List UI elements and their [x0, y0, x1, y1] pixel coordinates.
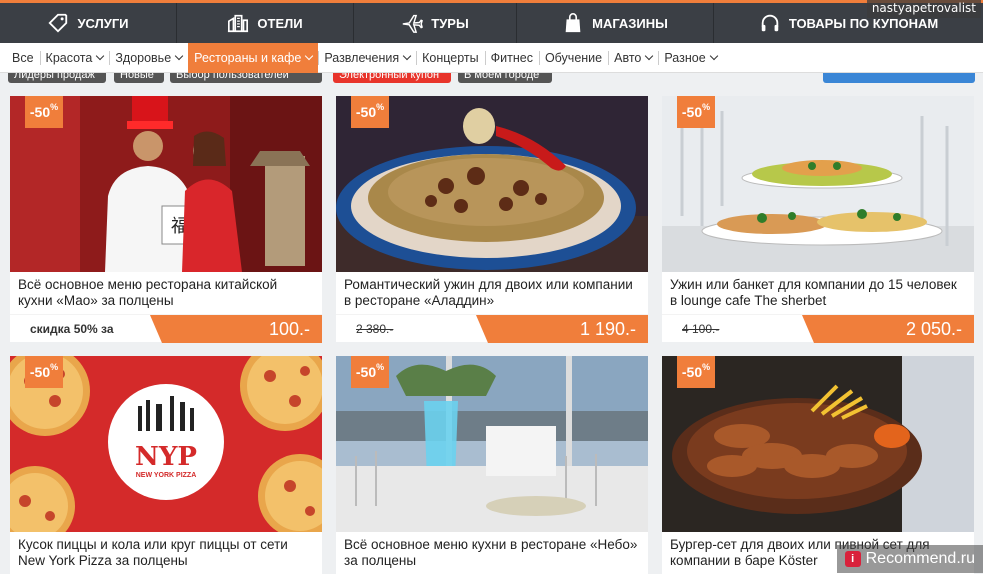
deal-title: Ужин или банкет для компании до 15 челов… — [670, 277, 957, 308]
nav-shops-label: МАГАЗИНЫ — [592, 15, 668, 31]
category-health-label: Здоровье — [115, 50, 172, 65]
category-restaurants[interactable]: Рестораны и кафе — [188, 42, 319, 73]
nav-tours-label: ТУРЫ — [431, 15, 469, 31]
discount-badge: -50% — [351, 96, 389, 128]
discount-badge: -50% — [25, 96, 63, 128]
category-entertainment-label: Развлечения — [324, 50, 400, 65]
deal-title: Всё основное меню ресторана китайской ку… — [18, 277, 278, 308]
pizza-photo: NYP NEW YORK PIZZA -50% — [10, 356, 322, 532]
chevron-down-icon — [709, 51, 718, 61]
category-education[interactable]: Обучение — [538, 43, 608, 73]
category-education-label: Обучение — [544, 50, 603, 65]
discount-badge: -50% — [25, 356, 63, 388]
nav-services-label: УСЛУГИ — [77, 15, 129, 31]
filter-bar: Лидеры продаж Новые Выбор пользователей … — [0, 73, 983, 85]
restaurant-interior-photo: -50% — [336, 356, 648, 532]
nav-hotels[interactable]: ОТЕЛИ — [177, 3, 354, 43]
category-restaurants-label: Рестораны и кафе — [194, 50, 302, 65]
nyp-logo: NYP — [135, 442, 197, 472]
deal-card[interactable]: -50% Всё основное меню кухни в ресторане… — [336, 356, 648, 574]
watermark-recommend: i Recommend.ru — [836, 545, 983, 573]
deal-title: Кусок пиццы и кола или круг пиццы от сет… — [18, 537, 288, 568]
deal-card[interactable]: 福 -50% Всё основное меню ресторана китай… — [10, 96, 322, 343]
nav-shops[interactable]: МАГАЗИНЫ — [517, 3, 714, 43]
hotel-icon — [228, 14, 249, 33]
chinese-chef-photo: 福 -50% — [10, 96, 322, 272]
chicken-wings-photo: -50% — [662, 356, 974, 532]
filter-my-city[interactable]: В моем городе — [458, 73, 552, 83]
filter-e-coupon[interactable]: Электронный купон — [333, 73, 451, 83]
filter-new[interactable]: Новые — [114, 73, 164, 83]
category-navigation: Все Красота Здоровье Рестораны и кафе Ра… — [0, 42, 983, 73]
headphones-icon — [761, 14, 779, 32]
deal-price: 1 190.- — [476, 315, 648, 343]
discount-note: скидка 50% за — [30, 322, 114, 336]
category-health[interactable]: Здоровье — [109, 43, 188, 73]
banquet-table-photo: -50% — [662, 96, 974, 272]
category-beauty[interactable]: Красота — [39, 43, 110, 73]
deal-card[interactable]: -50% Бургер-сет для двоих или пивной сет… — [662, 356, 974, 574]
nav-tours[interactable]: ТУРЫ — [354, 3, 517, 43]
category-all-label: Все — [12, 50, 34, 65]
deal-title: Всё основное меню кухни в ресторане «Неб… — [344, 537, 638, 568]
chevron-down-icon — [305, 51, 314, 61]
category-beauty-label: Красота — [45, 50, 93, 65]
price-bar: 4 100.- 2 050.- — [662, 314, 974, 343]
filter-users-choice[interactable]: Выбор пользователей — [170, 73, 322, 83]
deal-card[interactable]: -50% Ужин или банкет для компании до 15 … — [662, 96, 974, 343]
top-navigation: УСЛУГИ ОТЕЛИ ТУРЫ МАГАЗИНЫ ТОВАРЫ ПО КУП… — [0, 0, 983, 43]
nav-hotels-label: ОТЕЛИ — [257, 15, 303, 31]
deal-title: Романтический ужин для двоих или компани… — [344, 277, 633, 308]
category-concerts[interactable]: Концерты — [416, 43, 485, 73]
chevron-down-icon — [402, 51, 412, 61]
old-price: 4 100.- — [682, 322, 720, 336]
shopping-bag-icon — [565, 13, 581, 33]
chevron-down-icon — [96, 51, 105, 61]
tag-icon — [48, 13, 68, 33]
category-auto[interactable]: Авто — [608, 43, 658, 73]
category-fitness-label: Фитнес — [490, 50, 533, 65]
recommend-text: Recommend.ru — [865, 550, 975, 567]
category-fitness[interactable]: Фитнес — [484, 43, 539, 73]
deal-price: 100.- — [150, 315, 322, 343]
price-bar: 2 380.- 1 190.- — [336, 314, 648, 343]
watermark-username: nastyapetrovalist — [866, 0, 981, 18]
filter-bestsellers[interactable]: Лидеры продаж — [8, 73, 106, 83]
deal-card[interactable]: NYP NEW YORK PIZZA -50% Кусок пиццы и ко… — [10, 356, 322, 574]
deal-card[interactable]: -50% Романтический ужин для двоих или ко… — [336, 96, 648, 343]
filter-blue-button[interactable] — [823, 73, 975, 83]
category-misc[interactable]: Разное — [658, 43, 722, 73]
discount-badge: -50% — [351, 356, 389, 388]
deal-price: 2 050.- — [802, 315, 974, 343]
category-auto-label: Авто — [614, 50, 642, 65]
old-price: 2 380.- — [356, 322, 394, 336]
category-all[interactable]: Все — [6, 43, 40, 73]
nyp-logo-subtext: NEW YORK PIZZA — [135, 472, 197, 479]
price-bar: скидка 50% за 100.- — [10, 314, 322, 343]
chevron-down-icon — [174, 51, 184, 61]
category-concerts-label: Концерты — [422, 50, 479, 65]
nav-services[interactable]: УСЛУГИ — [0, 3, 177, 43]
discount-badge: -50% — [677, 356, 715, 388]
category-entertainment[interactable]: Развлечения — [318, 43, 416, 73]
category-misc-label: Разное — [664, 50, 706, 65]
discount-badge: -50% — [677, 96, 715, 128]
recommend-logo: i — [844, 551, 861, 567]
chevron-down-icon — [645, 51, 654, 61]
pilaf-dish-photo: -50% — [336, 96, 648, 272]
airplane-icon — [403, 14, 424, 33]
